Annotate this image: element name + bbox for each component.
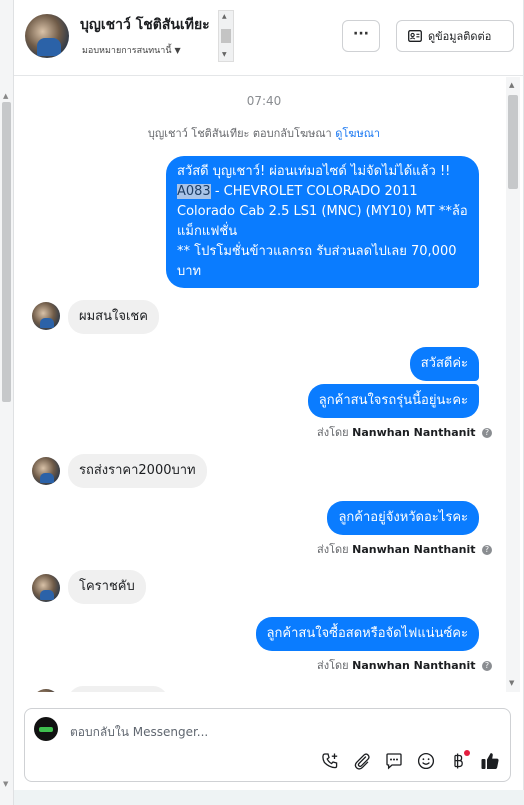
- thumbs-up-icon[interactable]: [480, 751, 500, 771]
- sent-by-label: ส่งโดย Nanwhan Nanthanit ?: [317, 540, 492, 558]
- contact-avatar[interactable]: [25, 14, 69, 58]
- message-thread[interactable]: 07:40 บุญเชาว์ โชติสันเทียะ ตอบกลับโฆษณา…: [14, 77, 524, 692]
- scroll-down-arrow-icon[interactable]: ▼: [509, 679, 514, 687]
- view-contact-label: ดูข้อมูลติดต่อ: [428, 30, 492, 43]
- sent-by-name: Nanwhan Nanthanit: [352, 543, 476, 556]
- ad-code-highlight: A083: [177, 184, 211, 199]
- sent-by-prefix: ส่งโดย: [317, 543, 349, 556]
- incoming-message-partial: [68, 686, 168, 692]
- notification-dot: [464, 750, 470, 756]
- sent-by-label: ส่งโดย Nanwhan Nanthanit ?: [317, 656, 492, 674]
- sent-by-label: ส่งโดย Nanwhan Nanthanit ?: [317, 423, 492, 441]
- contact-avatar-small: [32, 574, 60, 602]
- scroll-up-arrow-icon[interactable]: ▲: [222, 13, 227, 20]
- ad-reply-text: บุญเชาว์ โชติสันเทียะ ตอบกลับโฆษณา: [147, 127, 332, 140]
- ad-message-line: A083 - CHEVROLET COLORADO 2011: [177, 182, 468, 202]
- assign-label: มอบหมายการสนทนานี้: [82, 46, 172, 56]
- outgoing-message: สวัสดีค่ะ: [409, 347, 479, 381]
- incoming-message: โคราชคับ: [68, 570, 146, 604]
- contact-avatar-small: [32, 457, 60, 485]
- baht-icon[interactable]: [448, 750, 470, 771]
- page-avatar: [34, 717, 58, 741]
- scrollbar-thumb[interactable]: [508, 95, 518, 189]
- header-scrollbar[interactable]: ▲ ▼: [218, 10, 234, 62]
- app-root: ▲ ▼ บุญเชาว์ โชติสันเทียะ มอบหมายการสนทน…: [0, 0, 524, 805]
- reply-composer[interactable]: ตอบกลับใน Messenger...: [24, 708, 511, 782]
- phone-add-icon[interactable]: [320, 751, 340, 771]
- ad-message-line: สวัสดี บุญเชาว์! ผ่อนเท่มอไซด์ ไม่จัดไม่…: [177, 164, 451, 179]
- ad-message-text: - CHEVROLET COLORADO 2011: [210, 184, 418, 199]
- timestamp: 07:40: [246, 94, 282, 108]
- view-contact-button[interactable]: ดูข้อมูลติดต่อ: [396, 20, 514, 52]
- saved-replies-icon[interactable]: [384, 751, 404, 771]
- attachment-icon[interactable]: [352, 751, 372, 771]
- outgoing-message: ลูกค้าสนใจซื้อสดหรือจัดไฟแน่นซ์คะ: [255, 617, 479, 651]
- scroll-down-arrow-icon[interactable]: ▼: [3, 780, 8, 788]
- ad-message-line: ** โปรโมชั่นข้าวแลกรถ รับส่วนลดไปเลย 70,…: [177, 244, 457, 259]
- help-icon[interactable]: ?: [482, 661, 492, 671]
- contact-name[interactable]: บุญเชาว์ โชติสันเทียะ: [80, 14, 210, 36]
- outgoing-message: ลูกค้าอยู่จังหวัดอะไรคะ: [327, 501, 479, 535]
- ad-message-line: แม็กแฟชั่น: [177, 224, 238, 239]
- outgoing-message: ลูกค้าสนใจรถรุ่นนี้อยู่นะคะ: [307, 384, 479, 418]
- contact-card-icon: [408, 30, 422, 42]
- sent-by-name: Nanwhan Nanthanit: [352, 659, 476, 672]
- ad-message-line: Colorado Cab 2.5 LS1 (MNC) (MY10) MT **ล…: [177, 204, 468, 219]
- sent-by-name: Nanwhan Nanthanit: [352, 426, 476, 439]
- view-ad-link[interactable]: ดูโฆษณา: [335, 127, 380, 140]
- scroll-up-arrow-icon[interactable]: ▲: [3, 92, 8, 100]
- more-options-button[interactable]: ···: [342, 20, 380, 52]
- conversation-panel: บุญเชาว์ โชติสันเทียะ มอบหมายการสนทนานี้…: [14, 0, 524, 790]
- sent-by-prefix: ส่งโดย: [317, 659, 349, 672]
- ad-reply-note: บุญเชาว์ โชติสันเทียะ ตอบกลับโฆษณา ดูโฆษ…: [14, 124, 514, 142]
- sent-by-prefix: ส่งโดย: [317, 426, 349, 439]
- conversation-list-scrollbar[interactable]: ▲ ▼: [0, 0, 14, 805]
- scroll-up-arrow-icon[interactable]: ▲: [509, 81, 514, 89]
- ad-message-line: บาท: [177, 264, 202, 279]
- message-thread-scrollbar[interactable]: ▲ ▼: [506, 77, 520, 692]
- scrollbar-thumb[interactable]: [221, 29, 231, 43]
- contact-avatar-small: [32, 302, 60, 330]
- emoji-icon[interactable]: [416, 751, 436, 771]
- incoming-message: รถส่งราคา2000บาท: [68, 454, 207, 488]
- composer-toolbar: [320, 750, 500, 771]
- more-icon: ···: [353, 26, 369, 42]
- incoming-message: ผมสนใจเชค: [68, 300, 159, 334]
- help-icon[interactable]: ?: [482, 428, 492, 438]
- caret-down-icon: ▼: [174, 46, 181, 55]
- contact-avatar-small: [32, 689, 60, 692]
- help-icon[interactable]: ?: [482, 545, 492, 555]
- scrollbar-thumb[interactable]: [2, 102, 11, 402]
- scroll-down-arrow-icon[interactable]: ▼: [222, 51, 227, 58]
- conversation-header: บุญเชาว์ โชติสันเทียะ มอบหมายการสนทนานี้…: [14, 0, 524, 76]
- reply-input[interactable]: ตอบกลับใน Messenger...: [70, 723, 208, 742]
- assign-conversation-dropdown[interactable]: มอบหมายการสนทนานี้ ▼: [82, 43, 181, 57]
- ad-message-bubble: สวัสดี บุญเชาว์! ผ่อนเท่มอไซด์ ไม่จัดไม่…: [166, 156, 479, 288]
